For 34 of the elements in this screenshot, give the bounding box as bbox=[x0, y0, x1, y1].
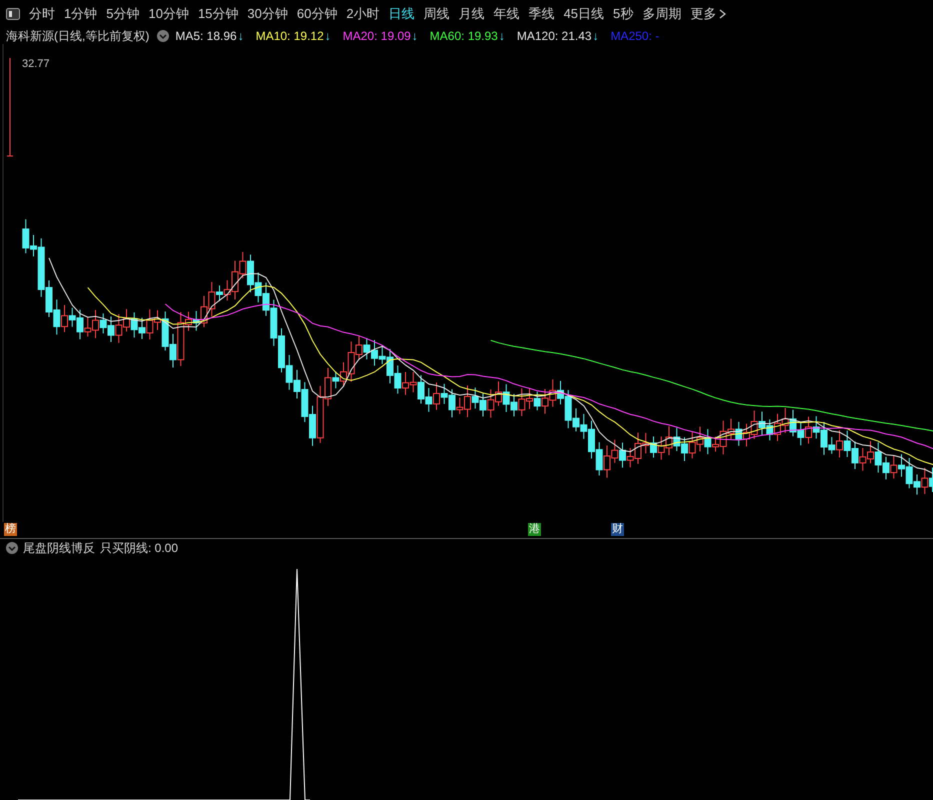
period-tab[interactable]: 15分钟 bbox=[198, 5, 238, 23]
period-tab[interactable]: 60分钟 bbox=[296, 5, 338, 23]
period-tab[interactable]: 年线 bbox=[494, 5, 520, 23]
period-tab[interactable]: 5分钟 bbox=[106, 5, 140, 23]
indicator-value: 只买阴线: 0.00 bbox=[100, 540, 178, 556]
period-tab[interactable]: 1分钟 bbox=[64, 5, 98, 23]
period-tab[interactable]: 季线 bbox=[528, 5, 555, 23]
collapse-icon[interactable] bbox=[6, 542, 18, 554]
event-marker[interactable]: 港 bbox=[528, 523, 541, 536]
moving-average-value: MA20: 19.09↓ bbox=[342, 29, 418, 43]
chart-title: 海科新源(日线,等比前复权) bbox=[6, 28, 150, 44]
moving-average-value: MA250: - bbox=[610, 29, 660, 43]
event-marker[interactable]: 榜 bbox=[4, 523, 17, 536]
period-tab[interactable]: 周线 bbox=[424, 5, 450, 23]
period-tab[interactable]: 5秒 bbox=[613, 5, 634, 23]
period-tab[interactable]: 2小时 bbox=[346, 5, 380, 23]
moving-average-value: MA10: 19.12↓ bbox=[256, 29, 331, 43]
period-tab[interactable]: 更多 bbox=[690, 5, 726, 23]
period-tab[interactable]: 分时 bbox=[29, 5, 55, 23]
period-tab[interactable]: 月线 bbox=[458, 5, 485, 23]
period-tab[interactable]: 日线 bbox=[388, 5, 415, 23]
indicator-name: 尾盘阴线博反 bbox=[23, 540, 95, 556]
moving-average-value: MA120: 21.43↓ bbox=[516, 29, 599, 43]
moving-average-value: MA60: 19.93↓ bbox=[430, 29, 505, 43]
period-tab[interactable]: 10分钟 bbox=[148, 5, 189, 23]
period-tab[interactable]: 30分钟 bbox=[247, 5, 288, 23]
chevron-right-icon bbox=[719, 9, 726, 19]
period-tab[interactable]: 多周期 bbox=[642, 5, 682, 23]
moving-average-value: MA5: 18.96↓ bbox=[175, 29, 244, 43]
collapse-icon[interactable] bbox=[157, 30, 170, 42]
period-tab[interactable]: 45日线 bbox=[564, 5, 604, 23]
high-price-label: 32.77 bbox=[22, 58, 50, 70]
panel-toggle-icon[interactable] bbox=[6, 8, 20, 20]
event-marker[interactable]: 财 bbox=[611, 523, 624, 536]
